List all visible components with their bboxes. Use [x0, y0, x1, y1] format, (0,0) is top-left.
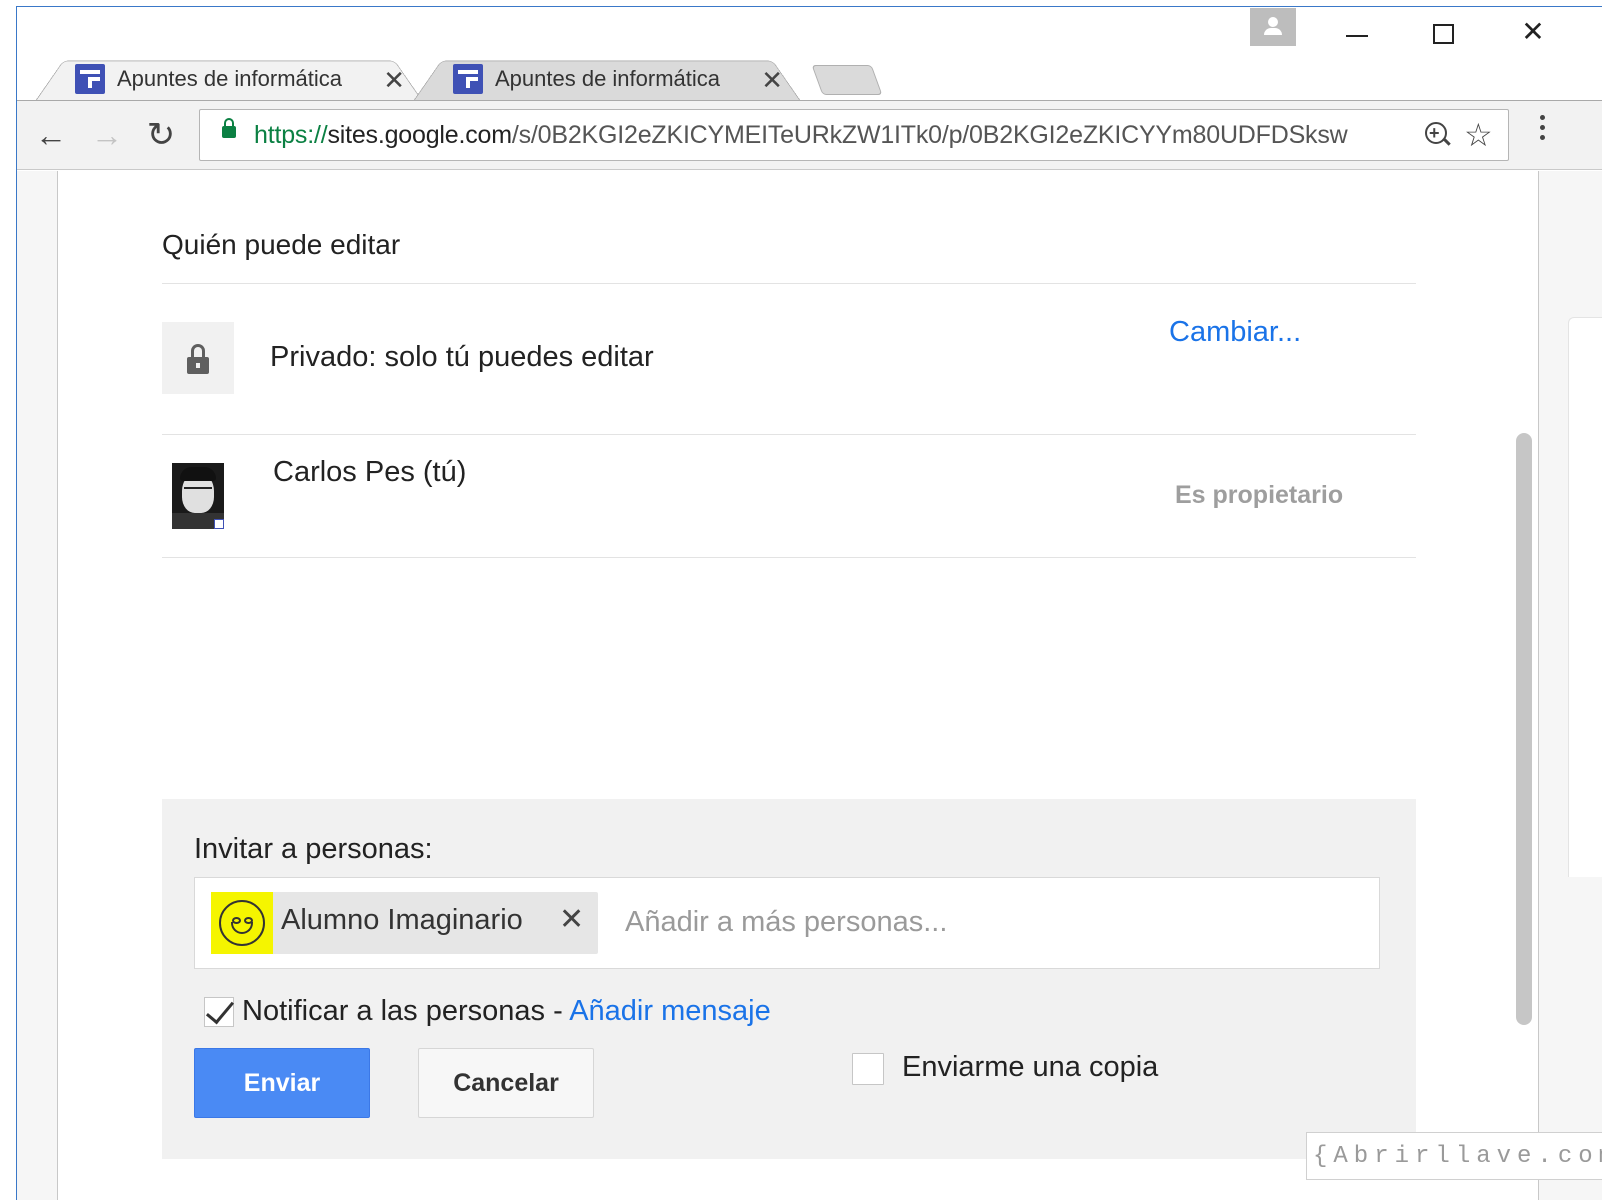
owner-role: Es propietario — [1175, 481, 1344, 509]
url-text[interactable]: https://sites.google.com/s/0B2KGI2eZKICY… — [254, 121, 1348, 150]
page-content: Quién puede editar Privado: solo tú pued… — [17, 171, 1602, 1200]
send-copy-checkbox[interactable] — [852, 1053, 884, 1085]
page-title: Quién puede editar — [162, 229, 401, 260]
notify-row: Notificar a las personas - Añadir mensaj… — [242, 995, 771, 1028]
scrollbar-thumb[interactable] — [1516, 433, 1532, 1025]
tab-strip: Apuntes de informática ✕ Apuntes de info… — [17, 7, 1602, 107]
browser-window: Apuntes de informática ✕ Apuntes de info… — [0, 0, 1602, 1200]
bookmark-star-icon[interactable]: ☆ — [1464, 116, 1493, 154]
sharing-dialog: Quién puede editar Privado: solo tú pued… — [57, 171, 1539, 1200]
forward-icon[interactable]: → — [87, 113, 127, 157]
close-window-icon[interactable]: ✕ — [1513, 12, 1553, 52]
invite-label: Invitar a personas: — [194, 833, 433, 865]
new-tab-button[interactable] — [811, 65, 883, 95]
send-button[interactable]: Enviar — [194, 1048, 370, 1118]
google-sites-icon — [453, 64, 483, 94]
minimize-icon[interactable] — [1346, 35, 1368, 37]
invite-people-field[interactable]: Alumno Imaginario ✕ — [194, 877, 1380, 969]
background-page-edge — [1568, 317, 1602, 877]
url-scheme: https:// — [254, 121, 328, 149]
watermark-logo: {Abrirllave.com — [1306, 1132, 1602, 1180]
divider — [162, 557, 1416, 558]
privacy-status: Privado: solo tú puedes editar — [270, 341, 654, 373]
remove-invitee-icon[interactable]: ✕ — [559, 902, 584, 937]
owner-avatar — [172, 463, 224, 529]
smiley-avatar-icon — [211, 892, 273, 954]
address-bar[interactable]: https://sites.google.com/s/0B2KGI2eZKICY… — [199, 109, 1509, 161]
notify-label: Notificar a las personas - — [242, 995, 570, 1027]
tab-title: Apuntes de informática — [495, 66, 721, 91]
owner-name: Carlos Pes (tú) — [273, 456, 467, 488]
reload-icon[interactable]: ↻ — [141, 113, 181, 157]
tab-close-icon[interactable]: ✕ — [761, 65, 783, 96]
invitee-name: Alumno Imaginario — [281, 904, 523, 936]
zoom-icon[interactable]: + — [1423, 120, 1453, 150]
browser-menu-icon[interactable] — [1539, 115, 1547, 145]
add-message-link[interactable]: Añadir mensaje — [569, 995, 771, 1027]
divider — [162, 434, 1416, 435]
url-host: sites.google.com — [327, 121, 512, 149]
invite-panel: Invitar a personas: Alumno Imaginario ✕ — [162, 799, 1416, 1159]
cancel-button[interactable]: Cancelar — [418, 1048, 594, 1118]
invitee-chip[interactable]: Alumno Imaginario ✕ — [211, 892, 598, 954]
add-people-input[interactable] — [625, 902, 1325, 942]
profile-icon[interactable] — [1250, 8, 1296, 46]
browser-toolbar: ← → ↻ https://sites.google.com/s/0B2KGI2… — [17, 100, 1602, 170]
tab-title: Apuntes de informática — [117, 66, 343, 91]
tab-inactive[interactable]: Apuntes de informática ✕ — [409, 51, 805, 107]
tab-close-icon[interactable]: ✕ — [383, 65, 405, 96]
maximize-icon[interactable] — [1433, 24, 1454, 44]
change-privacy-link[interactable]: Cambiar... — [1169, 316, 1301, 349]
google-sites-icon — [75, 64, 105, 94]
secure-lock-icon — [222, 118, 236, 138]
url-path: /s/0B2KGI2eZKICYMEITeURkZW1ITk0/p/0B2KGI… — [511, 121, 1348, 149]
notify-checkbox[interactable] — [204, 997, 234, 1027]
tab-active[interactable]: Apuntes de informática ✕ — [31, 51, 427, 107]
back-icon[interactable]: ← — [31, 113, 71, 157]
divider — [162, 283, 1416, 284]
send-copy-label: Enviarme una copia — [902, 1051, 1159, 1083]
privacy-lock-icon — [162, 322, 234, 394]
